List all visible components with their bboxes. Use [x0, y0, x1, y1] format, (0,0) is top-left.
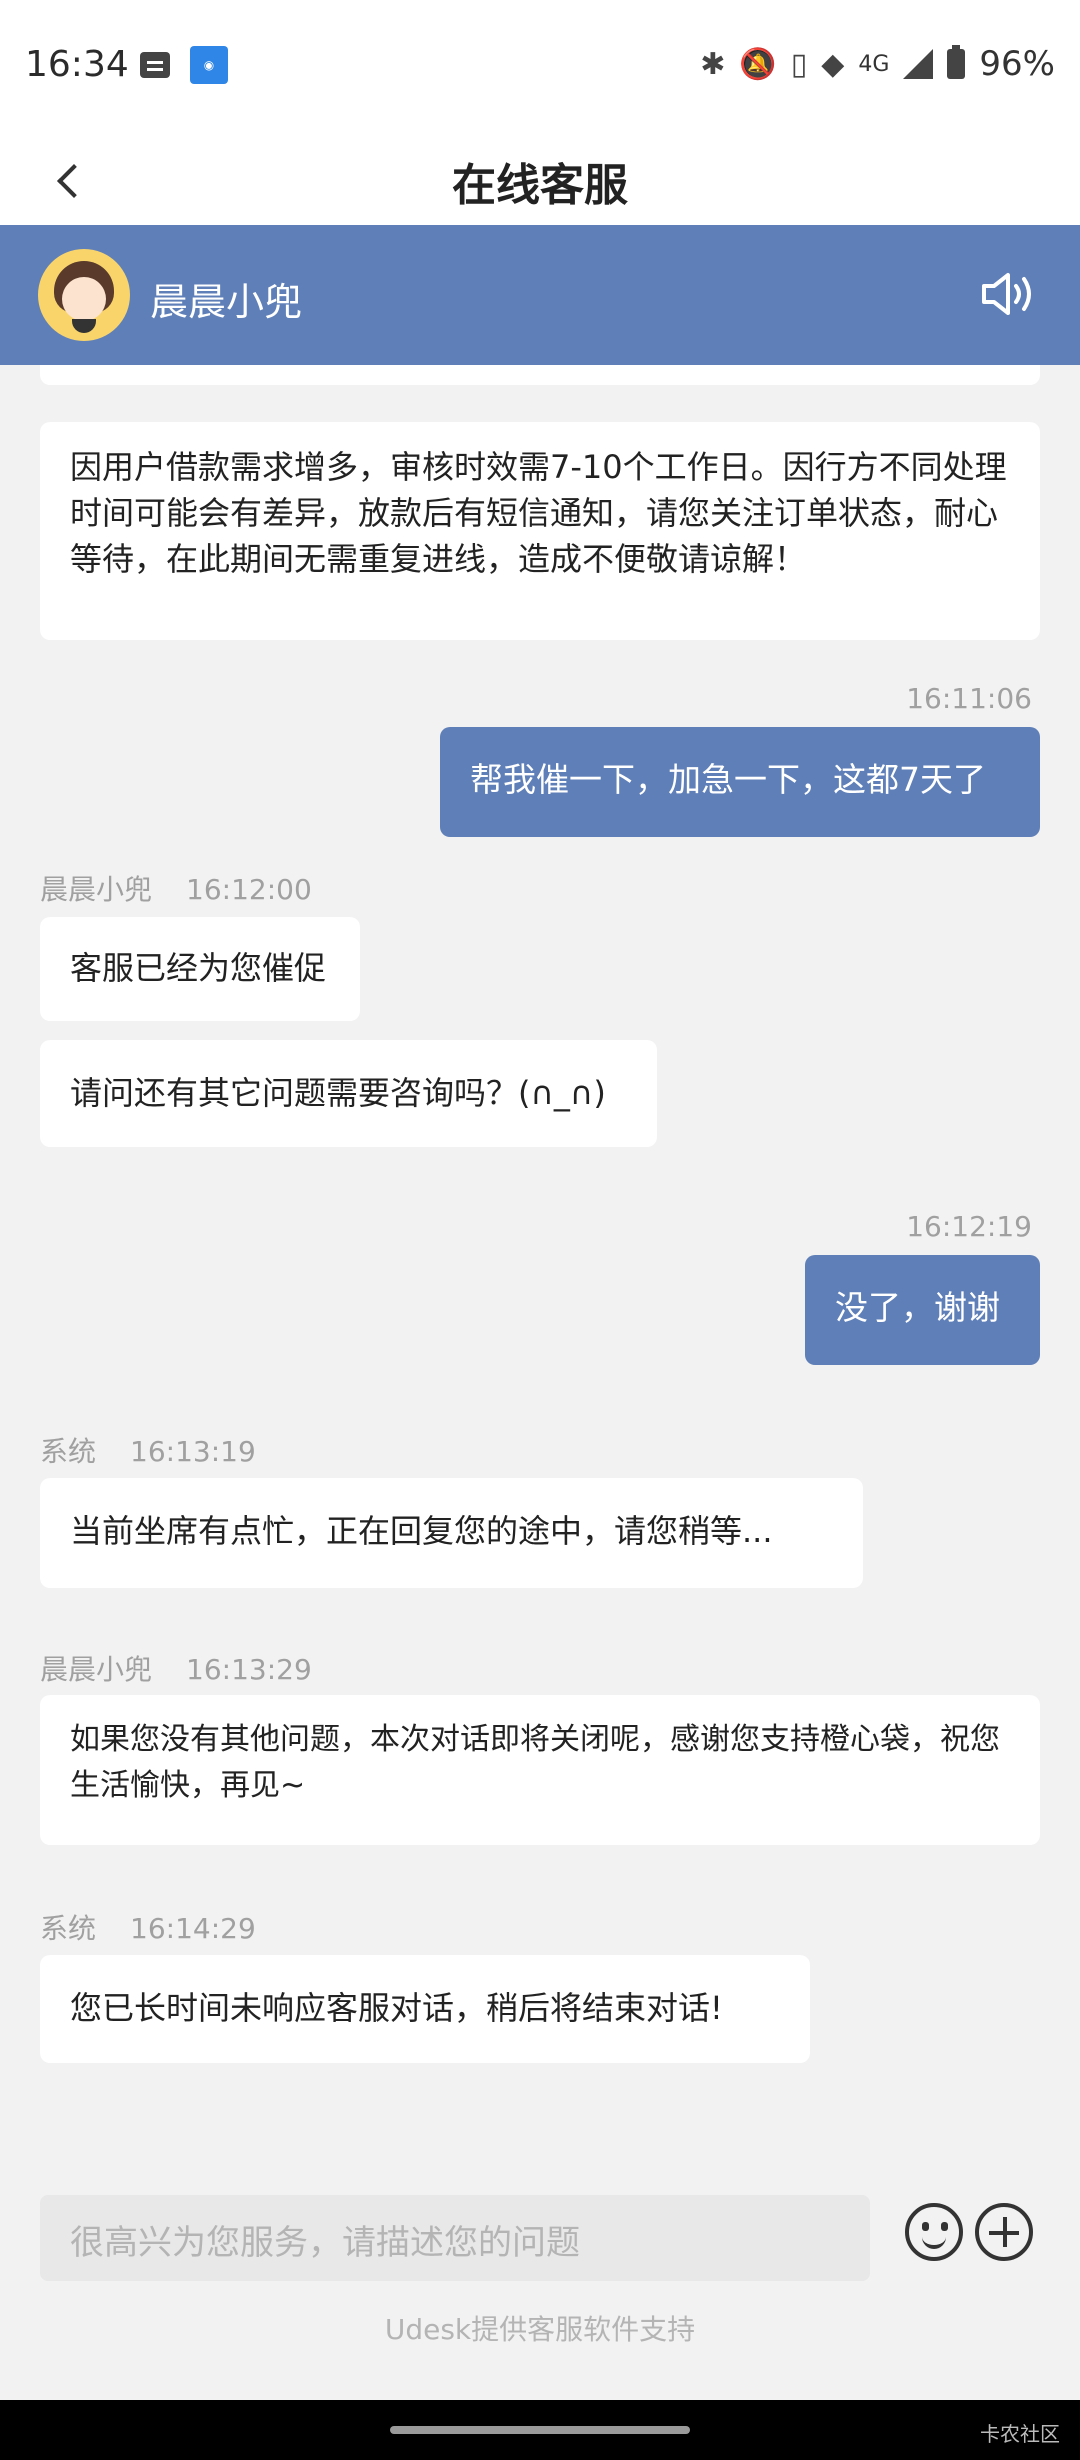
agent-avatar — [38, 249, 130, 341]
add-attachment-icon[interactable] — [975, 2203, 1033, 2261]
chat-area[interactable]: 因用户借款需求增多，审核时效需7-10个工作日。因行方不同处理时间可能会有差异，… — [0, 365, 1080, 2175]
message-notification-icon — [140, 52, 170, 78]
message-time: 16:14:29 — [130, 1912, 256, 1945]
wifi-icon: ◆ — [821, 46, 845, 82]
battery-icon — [947, 45, 966, 79]
agent-message: 如果您没有其他问题，本次对话即将关闭呢，感谢您支持橙心袋，祝您生活愉快，再见~ — [40, 1695, 1040, 1845]
network-type: 4G — [858, 51, 890, 77]
app-notification-icon: ◉ — [190, 46, 228, 84]
system-message: 您已长时间未响应客服对话，稍后将结束对话! — [40, 1955, 810, 2063]
emoji-icon[interactable] — [905, 2203, 963, 2261]
sender-name: 系统 — [40, 1912, 97, 1945]
agent-message: 请问还有其它问题需要咨询吗？(∩_∩) — [40, 1040, 657, 1147]
speaker-icon[interactable] — [980, 269, 1040, 319]
message-bubble-partial — [40, 365, 1040, 385]
user-message: 帮我催一下，加急一下，这都7天了 — [440, 727, 1040, 837]
status-time: 16:34 — [25, 44, 129, 85]
watermark: 卡农社区 — [980, 2422, 1060, 2446]
signal-icon — [903, 49, 934, 79]
sender-name: 晨晨小兜 — [40, 873, 153, 906]
powered-by-text: Udesk提供客服软件支持 — [384, 2313, 696, 2346]
home-gesture-handle[interactable] — [390, 2426, 690, 2434]
message-meta: 晨晨小兜 16:13:29 — [40, 1648, 312, 1688]
message-time: 16:13:29 — [186, 1653, 312, 1686]
page-title: 在线客服 — [452, 160, 628, 211]
message-meta: 晨晨小兜 16:12:00 — [40, 868, 312, 908]
input-placeholder: 很高兴为您服务，请描述您的问题 — [70, 2223, 580, 2263]
agent-name: 晨晨小兜 — [150, 280, 303, 324]
title-bar: 在线客服 — [0, 135, 1080, 225]
agent-header: 晨晨小兜 — [0, 225, 1080, 365]
message-input[interactable]: 很高兴为您服务，请描述您的问题 — [40, 2195, 870, 2281]
message-time: 16:12:19 — [906, 1210, 1032, 1243]
user-message: 没了，谢谢 — [805, 1255, 1040, 1365]
mute-icon: 🔕 — [739, 46, 777, 82]
message-meta: 系统 16:13:19 — [40, 1430, 256, 1470]
vibrate-icon: ▯ — [790, 46, 808, 82]
agent-message: 因用户借款需求增多，审核时效需7-10个工作日。因行方不同处理时间可能会有差异，… — [40, 422, 1040, 640]
message-meta: 系统 16:14:29 — [40, 1907, 256, 1947]
message-time: 16:12:00 — [186, 873, 312, 906]
sender-name: 系统 — [40, 1435, 97, 1468]
status-icons: ✱ 🔕 ▯ ◆ 4G 96% — [700, 44, 1055, 84]
message-time: 16:13:19 — [130, 1435, 256, 1468]
system-message: 当前坐席有点忙，正在回复您的途中，请您稍等... — [40, 1478, 863, 1588]
message-time: 16:11:06 — [906, 682, 1032, 715]
bluetooth-icon: ✱ — [700, 46, 726, 82]
sender-name: 晨晨小兜 — [40, 1653, 153, 1686]
agent-message: 客服已经为您催促 — [40, 917, 360, 1021]
system-nav-bar: 卡农社区 — [0, 2400, 1080, 2460]
battery-percent: 96% — [979, 44, 1055, 84]
composer: 很高兴为您服务，请描述您的问题 Udesk提供客服软件支持 — [0, 2175, 1080, 2400]
status-bar: 16:34 ◉ ✱ 🔕 ▯ ◆ 4G 96% — [0, 0, 1080, 135]
